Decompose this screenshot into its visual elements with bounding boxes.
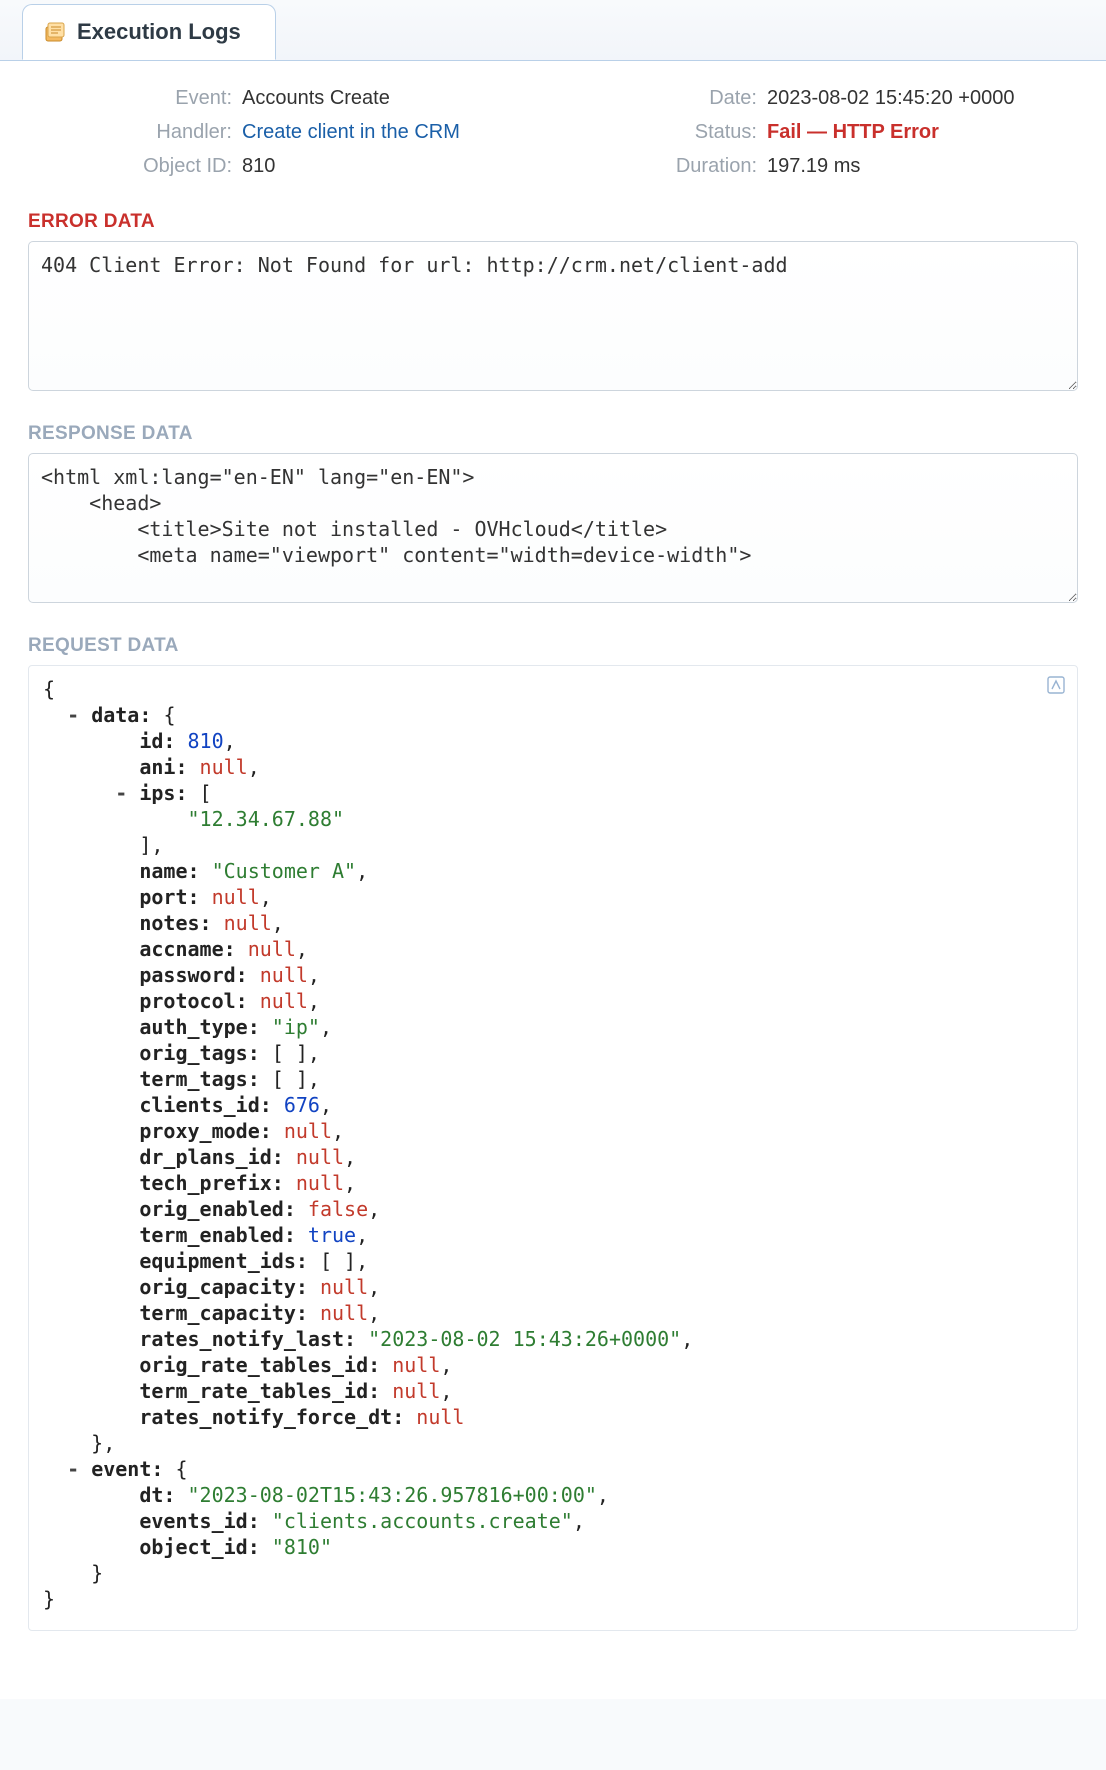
section-heading: RESPONSE DATA xyxy=(28,423,1078,445)
meta-value: 197.19 ms xyxy=(767,149,860,183)
section-request-data: REQUEST DATA { - data: { id: 810, ani: n… xyxy=(28,635,1078,1631)
error-data-textarea[interactable] xyxy=(28,241,1078,391)
meta-label: Duration: xyxy=(567,149,767,183)
meta-label: Status: xyxy=(567,115,767,149)
section-heading: REQUEST DATA xyxy=(28,635,1078,657)
meta-label: Date: xyxy=(567,81,767,115)
meta-duration: Duration: 197.19 ms xyxy=(567,149,1064,183)
request-data-json: { - data: { id: 810, ani: null, - ips: [… xyxy=(43,676,1063,1612)
log-icon xyxy=(45,21,67,43)
meta-label: Event: xyxy=(42,81,242,115)
json-collapse-toggle[interactable]: - xyxy=(67,1457,79,1481)
request-data-panel: { - data: { id: 810, ani: null, - ips: [… xyxy=(28,665,1078,1631)
json-collapse-toggle[interactable]: - xyxy=(67,703,79,727)
section-response-data: RESPONSE DATA xyxy=(28,423,1078,607)
meta-date: Date: 2023-08-02 15:45:20 +0000 xyxy=(567,81,1064,115)
section-error-data: ERROR DATA xyxy=(28,211,1078,395)
meta-value: 2023-08-02 15:45:20 +0000 xyxy=(767,81,1014,115)
tab-execution-logs[interactable]: Execution Logs xyxy=(22,4,276,60)
log-meta: Event: Accounts Create Handler: Create c… xyxy=(28,81,1078,183)
response-data-textarea[interactable] xyxy=(28,453,1078,603)
meta-status: Status: Fail — HTTP Error xyxy=(567,115,1064,149)
json-collapse-toggle[interactable]: - xyxy=(115,781,127,805)
json-tool-icon[interactable] xyxy=(1045,674,1067,700)
meta-handler: Handler: Create client in the CRM xyxy=(42,115,539,149)
meta-object-id: Object ID: 810 xyxy=(42,149,539,183)
handler-link[interactable]: Create client in the CRM xyxy=(242,115,460,149)
status-badge: Fail — HTTP Error xyxy=(767,115,939,149)
section-heading: ERROR DATA xyxy=(28,211,1078,233)
meta-event: Event: Accounts Create xyxy=(42,81,539,115)
tab-label: Execution Logs xyxy=(77,19,241,45)
meta-label: Object ID: xyxy=(42,149,242,183)
meta-label: Handler: xyxy=(42,115,242,149)
meta-value: Accounts Create xyxy=(242,81,390,115)
meta-value: 810 xyxy=(242,149,275,183)
